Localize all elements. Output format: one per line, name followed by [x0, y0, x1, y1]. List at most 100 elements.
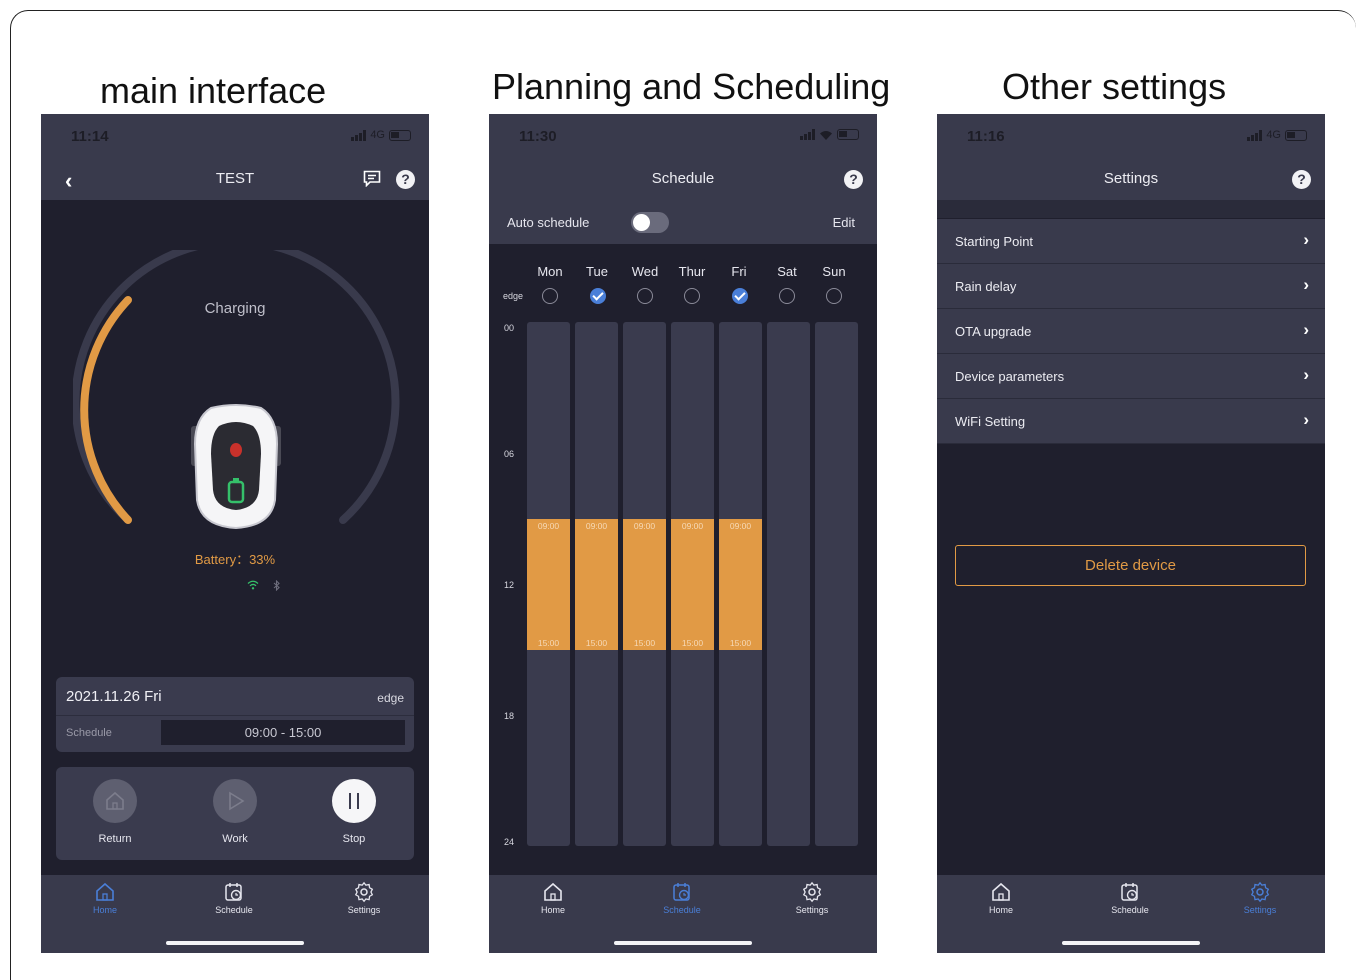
status-bar: 11:16 4G	[937, 114, 1325, 160]
hour-label: 12	[504, 580, 515, 590]
schedule-slot[interactable]: 09:00 15:00	[671, 519, 714, 650]
network-type: 4G	[370, 129, 385, 141]
schedule-slot[interactable]: 09:00 15:00	[575, 519, 618, 650]
settings-item-device-parameters[interactable]: Device parameters ›	[937, 354, 1325, 399]
home-indicator	[166, 941, 304, 945]
home-indicator	[1062, 941, 1200, 945]
gear-icon	[354, 881, 374, 903]
wifi-icon	[247, 580, 259, 590]
battery-icon	[1285, 129, 1307, 141]
tab-settings-label: Settings	[795, 905, 829, 915]
connection-icons	[247, 580, 281, 591]
delete-device-button[interactable]: Delete device	[955, 545, 1306, 586]
control-panel: Return Work Stop	[56, 767, 414, 860]
section-spacer	[937, 200, 1325, 218]
slot-start: 09:00	[681, 521, 704, 531]
phone-settings: 11:16 4G Settings ? Starting Point › Rai…	[937, 114, 1325, 953]
edge-radio-fri[interactable]	[732, 288, 748, 304]
slot-end: 15:00	[537, 638, 560, 648]
edge-radio-wed[interactable]	[637, 288, 653, 304]
status-bar: 11:30	[489, 114, 877, 160]
hour-label: 18	[504, 711, 515, 721]
day-column-sat[interactable]	[767, 322, 810, 846]
day-header-thur: Thur	[678, 264, 706, 279]
work-label: Work	[222, 833, 248, 845]
gear-icon	[1250, 881, 1270, 903]
tab-settings[interactable]: Settings	[772, 881, 852, 915]
home-icon	[96, 882, 114, 901]
tab-schedule[interactable]: Schedule	[1090, 881, 1170, 915]
schedule-slot[interactable]: 09:00 15:00	[527, 519, 570, 650]
tab-home[interactable]: Home	[961, 881, 1041, 915]
day-column-sun[interactable]	[815, 322, 858, 846]
edge-radio-sun[interactable]	[826, 288, 842, 304]
day-header-sun: Sun	[822, 264, 846, 279]
battery-icon	[389, 129, 411, 141]
edit-button[interactable]: Edit	[833, 215, 855, 230]
edge-radio-sat[interactable]	[779, 288, 795, 304]
wifi-icon	[820, 130, 832, 140]
day-header-sat: Sat	[777, 264, 797, 279]
phone-schedule: 11:30 Schedule ? Auto schedule Edit edge…	[489, 114, 877, 953]
tab-schedule[interactable]: Schedule	[194, 881, 274, 915]
panel-title-schedule: Planning and Scheduling	[492, 66, 891, 107]
work-button[interactable]: Work	[195, 779, 275, 845]
nav-bar: Settings ?	[937, 160, 1325, 200]
schedule-slot[interactable]: 09:00 15:00	[719, 519, 762, 650]
tab-settings[interactable]: Settings	[1220, 881, 1300, 915]
edge-radio-tue[interactable]	[590, 288, 606, 304]
edge-radio-mon[interactable]	[542, 288, 558, 304]
message-icon[interactable]	[363, 170, 381, 187]
slot-end: 15:00	[681, 638, 704, 648]
help-icon[interactable]: ?	[396, 170, 415, 189]
tab-home-label: Home	[92, 905, 117, 915]
settings-item-wifi-setting[interactable]: WiFi Setting ›	[937, 399, 1325, 444]
settings-item-label: OTA upgrade	[955, 324, 1032, 339]
status-time: 11:14	[71, 128, 109, 145]
auto-schedule-label: Auto schedule	[507, 215, 590, 230]
auto-schedule-toggle[interactable]	[631, 212, 669, 233]
status-icons	[800, 129, 859, 140]
slot-end: 15:00	[633, 638, 656, 648]
tab-settings-label: Settings	[1243, 905, 1277, 915]
tab-home[interactable]: Home	[65, 881, 145, 915]
return-label: Return	[98, 833, 132, 845]
status-bar: 11:14 4G	[41, 114, 429, 160]
edge-row-label: edge	[503, 291, 524, 301]
tab-home[interactable]: Home	[513, 881, 593, 915]
hour-label: 00	[504, 323, 515, 333]
status-time: 11:16	[967, 128, 1005, 145]
slot-start: 09:00	[585, 521, 608, 531]
home-icon	[544, 882, 562, 901]
edge-radio-thur[interactable]	[684, 288, 700, 304]
nav-bar: ‹ TEST ?	[41, 160, 429, 200]
settings-item-starting-point[interactable]: Starting Point ›	[937, 219, 1325, 264]
stop-button[interactable]: Stop	[314, 779, 394, 845]
settings-item-rain-delay[interactable]: Rain delay ›	[937, 264, 1325, 309]
chevron-right-icon: ›	[1303, 365, 1309, 384]
settings-item-label: Device parameters	[955, 369, 1065, 384]
schedule-summary-card[interactable]: 2021.11.26 Fri edge Schedule 09:00 - 15:…	[56, 677, 414, 752]
settings-item-label: WiFi Setting	[955, 414, 1026, 429]
tab-schedule[interactable]: Schedule	[642, 881, 722, 915]
home-indicator	[614, 941, 752, 945]
stop-circle	[332, 779, 376, 823]
panel-title-main: main interface	[100, 70, 327, 111]
settings-item-label: Rain delay	[955, 279, 1017, 294]
network-type: 4G	[1266, 129, 1281, 141]
tab-settings[interactable]: Settings	[324, 881, 404, 915]
schedule-slot[interactable]: 09:00 15:00	[623, 519, 666, 650]
tab-schedule-label: Schedule	[215, 905, 253, 915]
tab-schedule-label: Schedule	[1111, 905, 1149, 915]
auto-schedule-row: Auto schedule Edit	[489, 200, 877, 244]
tab-home-label: Home	[988, 905, 1013, 915]
signal-icon	[800, 129, 815, 140]
nav-bar: Schedule ?	[489, 160, 877, 200]
help-icon[interactable]: ?	[844, 170, 863, 189]
day-header-tue: Tue	[586, 264, 608, 279]
panel-title-settings: Other settings	[1002, 66, 1227, 107]
help-icon[interactable]: ?	[1292, 170, 1311, 189]
settings-item-ota-upgrade[interactable]: OTA upgrade ›	[937, 309, 1325, 354]
mower-image	[191, 404, 281, 530]
return-button[interactable]: Return	[75, 779, 155, 845]
